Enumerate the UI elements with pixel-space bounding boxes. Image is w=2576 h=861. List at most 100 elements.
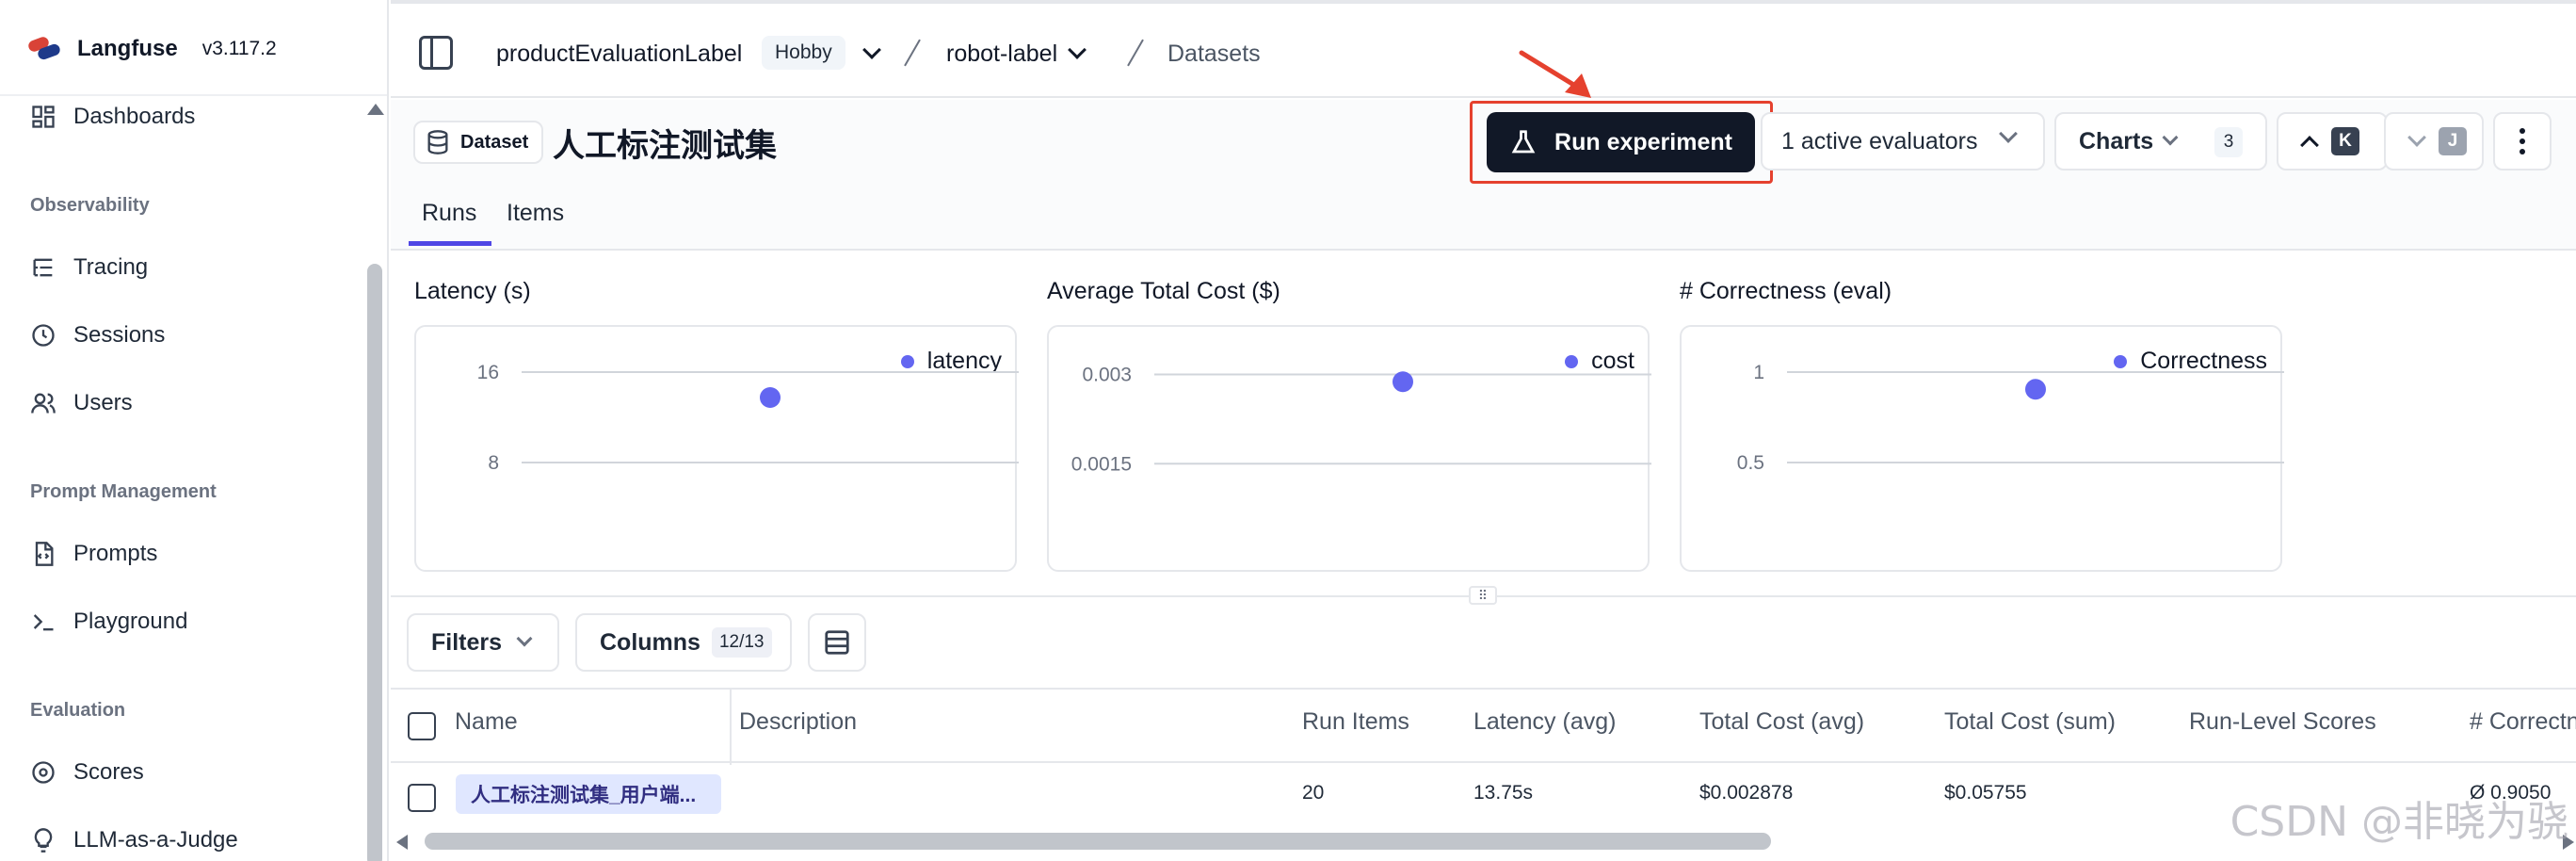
next-item-button[interactable]: J: [2384, 112, 2484, 171]
chevron-down-icon: [1999, 124, 2018, 143]
chart-correctness: Correctness 1 0.5: [1680, 325, 2284, 572]
cell-cost-avg: $0.002878: [1699, 782, 1794, 804]
cell-cost-sum: $0.05755: [1944, 782, 2027, 804]
database-icon: [427, 130, 448, 154]
data-point[interactable]: [760, 387, 781, 408]
sidebar-item-users[interactable]: Users: [28, 384, 133, 422]
sidebar-item-label: Tracing: [73, 254, 149, 280]
chart-cost-svg: 0.003 0.0015: [1071, 365, 1651, 475]
file-code-icon: [28, 539, 58, 569]
sidebar-scroll-up-arrow[interactable]: [367, 104, 384, 115]
y-tick-label: 1: [1753, 362, 1764, 383]
y-tick-label: 0.5: [1737, 452, 1764, 474]
active-evaluators-label: 1 active evaluators: [1781, 127, 1978, 154]
charts-label: Charts: [2079, 127, 2154, 154]
data-point[interactable]: [2025, 379, 2046, 400]
more-options-button[interactable]: [2493, 112, 2552, 171]
cell-run-items: 20: [1302, 782, 1325, 804]
sidebar-item-scores[interactable]: Scores: [28, 754, 144, 791]
terminal-icon: [28, 607, 58, 637]
columns-button[interactable]: Columns 12/13: [575, 613, 792, 672]
brand-version: v3.117.2: [201, 38, 277, 59]
y-tick-label: 8: [488, 452, 499, 474]
sidebar: Langfuse v3.117.2 Dashboards Observabili…: [0, 0, 389, 861]
sidebar-item-playground[interactable]: Playground: [28, 603, 187, 641]
rows-icon: [825, 630, 849, 655]
sidebar-item-llm-as-a-judge[interactable]: LLM-as-a-Judge: [28, 821, 238, 859]
previous-item-button[interactable]: K: [2277, 112, 2388, 171]
column-header-latency[interactable]: Latency (avg): [1473, 708, 1616, 736]
watermark: CSDN @非晓为骁: [2230, 798, 2568, 846]
shortcut-j-badge: J: [2439, 127, 2467, 155]
brand-name: Langfuse: [77, 36, 178, 61]
chart-cost: cost 0.003 0.0015: [1047, 325, 1651, 572]
sidebar-item-tracing[interactable]: Tracing: [28, 249, 148, 286]
dataset-badge-label: Dataset: [460, 131, 529, 153]
dataset-badge: Dataset: [413, 121, 544, 164]
chart-title-cost: Average Total Cost ($): [1047, 278, 1280, 304]
chart-title-latency: Latency (s): [414, 278, 531, 304]
column-header-name[interactable]: Name: [455, 708, 518, 736]
annotation-arrow-icon: [1519, 50, 1591, 98]
column-header-correctness[interactable]: # Correctness: [2470, 708, 2576, 736]
sidebar-toggle-icon[interactable]: [419, 36, 453, 70]
langfuse-logo-icon: [26, 35, 62, 61]
y-tick-label: 16: [477, 362, 499, 383]
sidebar-item-label: Users: [73, 390, 133, 415]
more-vertical-icon: [2520, 128, 2525, 134]
filters-label: Filters: [431, 628, 503, 656]
target-icon: [28, 757, 58, 788]
sidebar-item-label: Playground: [73, 609, 188, 634]
run-experiment-label: Run experiment: [1554, 128, 1732, 155]
shortcut-k-badge: K: [2331, 127, 2359, 155]
column-header-description[interactable]: Description: [739, 708, 857, 736]
sidebar-item-label: LLM-as-a-Judge: [73, 827, 238, 853]
sidebar-item-dashboards[interactable]: Dashboards: [28, 98, 195, 136]
dashboard-icon: [28, 102, 58, 132]
resize-grip-icon[interactable]: ⠿: [1469, 586, 1497, 605]
run-experiment-button[interactable]: Run experiment: [1487, 112, 1755, 172]
sidebar-scrollbar-thumb[interactable]: [367, 264, 382, 861]
section-evaluation: Evaluation: [30, 700, 126, 721]
row-checkbox[interactable]: [408, 784, 436, 812]
chevron-down-icon: [862, 41, 881, 59]
y-tick-label: 0.0015: [1071, 453, 1132, 475]
users-icon: [28, 388, 58, 418]
breadcrumb-separator: [1127, 39, 1144, 67]
sidebar-item-label: Scores: [73, 759, 144, 785]
y-tick-label: 0.003: [1082, 365, 1132, 386]
active-tab-indicator: [409, 241, 491, 246]
project-dropdown-chevron[interactable]: [852, 38, 881, 70]
column-header-run-items[interactable]: Run Items: [1302, 708, 1409, 736]
tab-runs[interactable]: Runs: [409, 185, 490, 241]
column-header-cost-avg[interactable]: Total Cost (avg): [1699, 708, 1864, 736]
column-header-cost-sum[interactable]: Total Cost (sum): [1944, 708, 2116, 736]
sidebar-item-sessions[interactable]: Sessions: [28, 317, 165, 354]
breadcrumb-project[interactable]: productEvaluationLabel: [496, 38, 742, 70]
table-header: Name Description Run Items Latency (avg)…: [391, 688, 2576, 763]
breadcrumb-dataset[interactable]: robot-label: [946, 38, 1087, 70]
scroll-left-arrow[interactable]: [396, 835, 408, 850]
flask-icon: [1511, 130, 1536, 154]
sidebar-item-prompts[interactable]: Prompts: [28, 535, 157, 573]
section-observability: Observability: [30, 195, 150, 216]
horizontal-scrollbar-thumb[interactable]: [425, 833, 1771, 850]
column-header-run-level-scores[interactable]: Run-Level Scores: [2189, 708, 2376, 736]
sidebar-item-label: Prompts: [73, 541, 158, 566]
row-density-button[interactable]: [808, 613, 866, 672]
active-evaluators-select[interactable]: 1 active evaluators: [1761, 112, 2045, 171]
chart-correctness-svg: 10.5: [1737, 362, 2284, 474]
filters-button[interactable]: Filters: [407, 613, 559, 672]
breadcrumb-page[interactable]: Datasets: [1167, 38, 1261, 70]
run-name-link[interactable]: 人工标注测试集_用户端...: [456, 774, 721, 814]
charts-button[interactable]: Charts 3: [2054, 112, 2267, 171]
page-title: 人工标注测试集: [553, 127, 777, 164]
select-all-checkbox[interactable]: [408, 712, 436, 740]
chart-latency: latency 16 8: [414, 325, 1019, 572]
tab-items[interactable]: Items: [493, 185, 577, 241]
brand[interactable]: Langfuse v3.117.2: [26, 32, 277, 66]
data-point[interactable]: [1393, 371, 1413, 393]
brand-divider: [0, 94, 387, 96]
top-bar: productEvaluationLabel Hobby robot-label…: [391, 0, 2576, 98]
chevron-down-icon: [516, 630, 533, 647]
